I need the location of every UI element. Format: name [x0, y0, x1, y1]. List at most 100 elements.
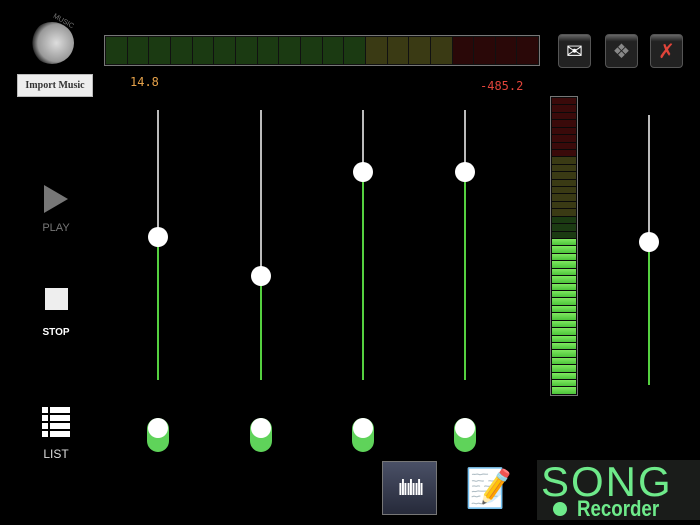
meter-segment	[192, 37, 214, 64]
meter-segment	[552, 246, 576, 253]
meter-segment	[552, 305, 576, 313]
slider-knob[interactable]	[251, 266, 271, 287]
meter-segment	[552, 187, 576, 194]
channel-slider-4[interactable]	[455, 110, 475, 380]
master-slider[interactable]	[639, 115, 659, 385]
stop-button[interactable]: STOP	[28, 288, 84, 338]
meter-segment	[552, 283, 576, 290]
channel-toggle-1[interactable]	[147, 418, 169, 452]
meter-segment	[552, 164, 576, 172]
meter-segment	[409, 37, 430, 64]
edit-document-icon: 📝	[465, 468, 513, 510]
meter-segment	[257, 37, 279, 64]
waveform-button[interactable]: ılıılıılı	[382, 461, 437, 515]
slider-fill	[157, 236, 159, 380]
meter-segment	[552, 328, 576, 335]
meter-segment	[552, 172, 576, 179]
play-icon	[44, 185, 68, 213]
meter-segment	[552, 290, 576, 298]
meter-segment	[149, 37, 170, 64]
slider-knob[interactable]	[353, 162, 373, 183]
slider-knob[interactable]	[148, 226, 168, 247]
list-label: LIST	[43, 447, 69, 461]
meter-segment	[106, 37, 127, 64]
meter-segment	[552, 239, 576, 246]
meter-segment	[552, 261, 576, 268]
stop-label: STOP	[42, 327, 70, 338]
list-icon	[42, 407, 70, 437]
slider-fill	[464, 172, 466, 380]
meter-segment	[552, 231, 576, 239]
meter-segment	[552, 194, 576, 201]
meter-segment	[552, 342, 576, 350]
meter-segment	[552, 216, 576, 224]
right-value: -485.2	[480, 79, 524, 93]
meter-segment	[495, 37, 517, 64]
delete-button[interactable]: ✗	[650, 34, 683, 68]
left-value: 14.8	[130, 75, 159, 89]
dropbox-button[interactable]: ❖	[605, 34, 638, 68]
channel-toggle-4[interactable]	[454, 418, 476, 452]
meter-segment	[127, 37, 149, 64]
slider-knob[interactable]	[639, 231, 659, 252]
slider-track	[648, 115, 650, 242]
meter-segment	[552, 127, 576, 135]
meter-segment	[552, 142, 576, 149]
meter-segment	[344, 37, 365, 64]
channel-slider-2[interactable]	[251, 110, 271, 380]
meter-segment	[552, 350, 576, 357]
meter-segment	[552, 372, 576, 380]
play-label: PLAY	[42, 222, 70, 234]
meter-segment	[552, 209, 576, 216]
vertical-level-meter	[550, 96, 578, 396]
slider-knob[interactable]	[455, 162, 475, 183]
meter-segment	[365, 37, 387, 64]
meter-segment	[322, 37, 344, 64]
meter-segment	[552, 112, 576, 120]
meter-segment	[214, 37, 235, 64]
email-icon: ✉	[566, 40, 583, 63]
meter-segment	[552, 149, 576, 157]
song-recorder-logo: SONG Recorder	[537, 458, 700, 521]
meter-segment	[552, 135, 576, 142]
notes-button[interactable]: 📝	[465, 463, 513, 515]
channel-slider-3[interactable]	[353, 110, 373, 380]
channel-slider-1[interactable]	[148, 110, 168, 380]
slider-track	[260, 110, 262, 277]
import-music-button[interactable]: Import Music	[17, 74, 93, 97]
meter-segment	[430, 37, 452, 64]
meter-segment	[552, 253, 576, 261]
meter-segment	[552, 320, 576, 328]
meter-segment	[552, 357, 576, 365]
slider-fill	[260, 276, 262, 380]
meter-segment	[552, 98, 576, 105]
meter-segment	[552, 313, 576, 320]
meter-segment	[279, 37, 300, 64]
meter-segment	[552, 120, 576, 127]
meter-segment	[552, 201, 576, 209]
meter-segment	[170, 37, 192, 64]
channel-toggle-2[interactable]	[250, 418, 272, 452]
meter-segment	[517, 37, 539, 64]
list-button[interactable]: LIST	[28, 407, 84, 461]
play-button[interactable]: PLAY	[28, 185, 84, 234]
channel-toggle-3[interactable]	[352, 418, 374, 452]
horizontal-level-meter	[104, 35, 540, 66]
meter-segment	[387, 37, 409, 64]
meter-segment	[474, 37, 495, 64]
slider-fill	[648, 241, 650, 385]
meter-segment	[552, 268, 576, 276]
slider-track	[157, 110, 159, 237]
email-button[interactable]: ✉	[558, 34, 591, 68]
waveform-icon: ılıılıılı	[397, 475, 424, 500]
meter-segment	[552, 380, 576, 387]
meter-segment	[452, 37, 474, 64]
record-dot-icon	[553, 502, 567, 516]
slider-fill	[362, 172, 364, 380]
meter-segment	[552, 276, 576, 283]
stop-icon	[44, 288, 68, 310]
meter-segment	[552, 365, 576, 372]
meter-segment	[552, 157, 576, 164]
meter-segment	[552, 105, 576, 112]
meter-segment	[235, 37, 257, 64]
